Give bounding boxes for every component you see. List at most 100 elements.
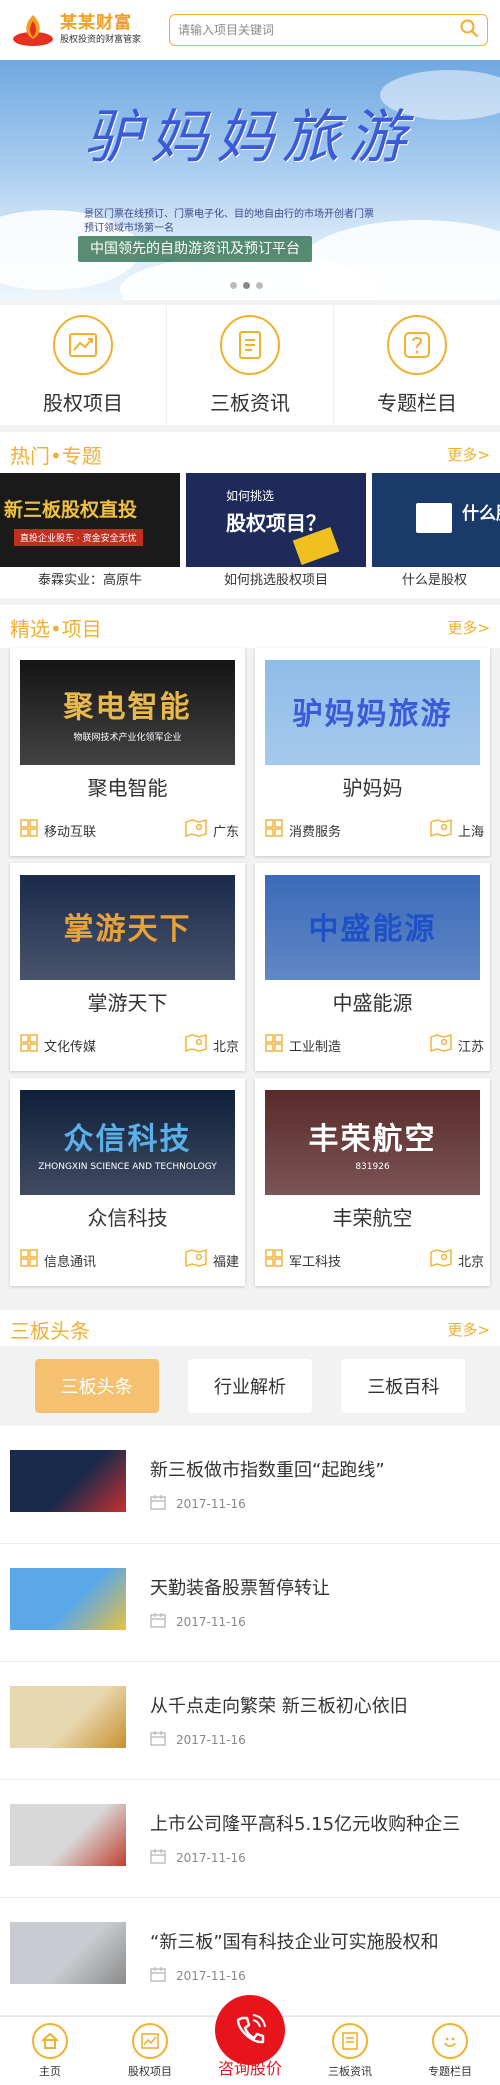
hot-topic-item[interactable]: 什么股权 什么是股权 — [372, 473, 500, 598]
news-date: 2017-11-16 — [176, 1968, 246, 1983]
hot-topic-caption: 如何挑选股权项目 — [223, 573, 328, 588]
hot-topic-item[interactable]: 新三板股权直投 直投企业股东 · 资金安全无忧 泰霖实业：高原牛 — [0, 473, 180, 598]
quicknav-sanban-news[interactable]: 三板资讯 — [167, 305, 334, 425]
nav-home[interactable]: 主页 — [0, 2017, 100, 2085]
project-image-subtext: ZHONGXIN SCIENCE AND TECHNOLOGY — [38, 1161, 217, 1172]
search-input[interactable] — [178, 23, 459, 37]
logo[interactable]: 某某财富 股权投资的财富管家 — [12, 13, 157, 47]
project-name: 掌游天下 — [87, 991, 168, 1015]
project-image-text: 众信科技 — [63, 1121, 192, 1157]
quicknav-equity-projects[interactable]: 股权项目 — [0, 305, 167, 425]
news-item[interactable]: 上市公司隆平高科5.15亿元收购种企三 2017-11-16 — [0, 1780, 500, 1898]
category-icon — [20, 1249, 38, 1271]
project-image: 掌游天下 — [20, 875, 235, 980]
chart-icon — [132, 2023, 168, 2059]
quicknav-label: 股权项目 — [43, 390, 123, 415]
hot-topic-item[interactable]: 如何挑选 股权项目？ 如何挑选股权项目 — [186, 473, 366, 598]
project-card[interactable]: 众信科技 ZHONGXIN SCIENCE AND TECHNOLOGY 众信科技信… — [10, 1078, 245, 1286]
project-image: 丰荣航空 831926 — [265, 1090, 480, 1195]
news-date: 2017-11-16 — [176, 1732, 246, 1747]
nav-consult-price[interactable]: 咨询股价 — [200, 1995, 300, 2085]
quicknav-label: 专题栏目 — [377, 390, 457, 415]
header: 某某财富 股权投资的财富管家 — [0, 0, 500, 60]
project-card[interactable]: 丰荣航空 831926 丰荣航空 军工科技 北京 — [255, 1078, 490, 1286]
map-icon — [185, 819, 207, 841]
carousel-dot-active[interactable] — [243, 282, 250, 289]
map-icon — [430, 819, 452, 841]
news-title: 从千点走向繁荣 新三板初心依旧 — [150, 1696, 408, 1717]
quicknav-special-topics[interactable]: 专题栏目 — [334, 305, 500, 425]
project-name: 驴妈妈 — [342, 776, 403, 800]
hot-topic-caption: 什么是股权 — [402, 573, 468, 588]
question-icon — [387, 314, 447, 375]
project-name: 丰荣航空 — [332, 1206, 413, 1230]
project-name: 中盛能源 — [332, 991, 413, 1015]
search-icon[interactable] — [459, 18, 479, 42]
category-icon — [20, 1034, 38, 1056]
phone-icon[interactable] — [215, 1995, 285, 2065]
hot-topic-image: 如何挑选 股权项目？ — [186, 473, 366, 567]
project-image-subtext: 物联网技术产业化领军企业 — [73, 733, 182, 743]
news-item[interactable]: 天勤装备股票暂停转让 2017-11-16 — [0, 1544, 500, 1662]
more-link[interactable]: 更多> — [447, 1319, 490, 1340]
bottom-nav: 主页 股权项目 咨询股价 三板资讯 专题栏目 — [0, 1995, 500, 2085]
section-title: 三板头条 — [10, 1318, 90, 1343]
news-thumbnail — [10, 1804, 126, 1866]
project-card[interactable]: 掌游天下 掌游天下 文化传媒 北京 — [10, 863, 245, 1071]
logo-slogan: 股权投资的财富管家 — [60, 35, 142, 45]
banner-carousel[interactable]: 驴妈妈旅游 景区门票在线预订、门票电子化、目的地自由行的市场开创者门票预订领域市… — [0, 60, 500, 300]
carousel-dot[interactable] — [256, 282, 263, 289]
project-card[interactable]: 聚电智能 物联网技术产业化领军企业 聚电智能 移动互联 广东 — [10, 648, 245, 856]
chart-icon — [53, 314, 113, 375]
tab-industry-analysis[interactable]: 行业解析 — [187, 1359, 312, 1413]
project-industry: 工业制造 — [289, 1039, 342, 1055]
more-link[interactable]: 更多> — [447, 617, 490, 638]
project-industry: 军工科技 — [289, 1254, 342, 1270]
document-icon — [220, 314, 280, 375]
banner-title: 驴妈妈旅游 — [84, 103, 415, 171]
hot-topics-header: 热门•专题 更多> — [0, 432, 500, 476]
banner-slogan: 中国领先的自助游资讯及预订平台 — [78, 236, 312, 262]
news-title: 上市公司隆平高科5.15亿元收购种企三 — [150, 1814, 461, 1835]
news-item[interactable]: 从千点走向繁荣 新三板初心依旧 2017-11-16 — [0, 1662, 500, 1780]
project-grid: 聚电智能 物联网技术产业化领军企业 聚电智能 移动互联 广东 驴妈妈旅游 驴妈妈 消费服务 上海… — [0, 648, 500, 1298]
carousel-dot[interactable] — [230, 282, 237, 289]
news-title: 天勤装备股票暂停转让 — [150, 1578, 330, 1599]
project-industry: 消费服务 — [289, 824, 342, 840]
nav-special-topics[interactable]: 专题栏目 — [400, 2017, 500, 2085]
hot-topics-scroller[interactable]: 新三板股权直投 直投企业股东 · 资金安全无忧 泰霖实业：高原牛 如何挑选 股权… — [0, 473, 500, 598]
map-icon — [185, 1034, 207, 1056]
project-card[interactable]: 驴妈妈旅游 驴妈妈 消费服务 上海 — [255, 648, 490, 856]
tab-sanban-headlines[interactable]: 三板头条 — [34, 1359, 159, 1413]
banner-description: 景区门票在线预订、门票电子化、目的地自由行的市场开创者门票预订领域市场第一名 — [84, 209, 374, 234]
category-icon — [265, 819, 283, 841]
nav-label: 三板资讯 — [328, 2065, 372, 2078]
news-title: 新三板做市指数重回“起跑线” — [150, 1460, 385, 1481]
project-industry: 文化传媒 — [44, 1039, 97, 1055]
carousel-indicator[interactable] — [230, 282, 263, 289]
project-region: 上海 — [457, 824, 484, 840]
hot-image-text: 股权项目？ — [226, 511, 326, 535]
news-thumbnail — [10, 1450, 126, 1512]
hot-topic-caption: 泰霖实业：高原牛 — [37, 573, 142, 588]
news-thumbnail — [10, 1568, 126, 1630]
nav-label: 股权项目 — [128, 2065, 172, 2078]
nav-equity-projects[interactable]: 股权项目 — [100, 2017, 200, 2085]
news-item[interactable]: 新三板做市指数重回“起跑线” 2017-11-16 — [0, 1426, 500, 1544]
news-thumbnail — [10, 1686, 126, 1748]
tab-sanban-encyclopedia[interactable]: 三板百科 — [341, 1359, 466, 1413]
nav-label: 主页 — [39, 2065, 61, 2078]
more-link[interactable]: 更多> — [447, 444, 490, 465]
project-region: 福建 — [212, 1254, 239, 1270]
project-card[interactable]: 中盛能源 中盛能源 工业制造 江苏 — [255, 863, 490, 1071]
calendar-icon — [150, 1966, 166, 1985]
calendar-icon — [150, 1848, 166, 1867]
project-image-text: 聚电智能 — [63, 690, 192, 725]
project-region: 北京 — [212, 1039, 239, 1055]
search-box[interactable] — [169, 14, 488, 46]
nav-sanban-news[interactable]: 三板资讯 — [300, 2017, 400, 2085]
project-name: 聚电智能 — [87, 776, 168, 800]
hot-topic-image: 什么股权 — [372, 473, 500, 567]
chart-board-icon — [416, 503, 452, 533]
map-icon — [185, 1249, 207, 1271]
